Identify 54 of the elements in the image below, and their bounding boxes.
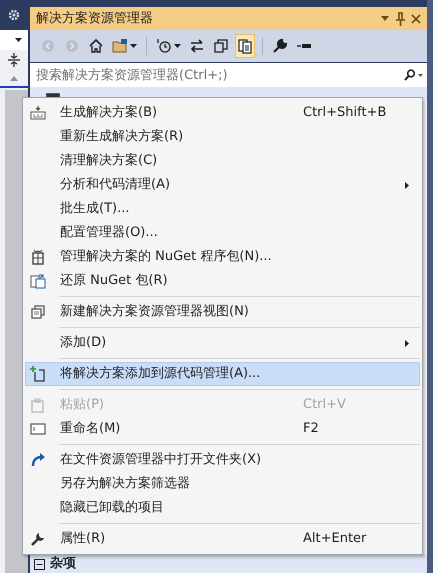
menu-item[interactable]: 另存为解决方案筛选器	[25, 472, 420, 496]
files-button[interactable]	[235, 34, 255, 58]
settings-icon[interactable]	[8, 9, 20, 21]
rename-icon	[30, 421, 46, 437]
back-icon	[40, 38, 56, 54]
menu-item[interactable]: 批生成(T)...	[25, 197, 420, 221]
windows-icon	[30, 304, 46, 320]
menu-item[interactable]: 重新生成解决方案(R)	[25, 125, 420, 149]
clock-icon	[156, 38, 172, 54]
collapse-all-icon	[213, 38, 229, 54]
close-icon[interactable]	[411, 14, 421, 24]
menu-item[interactable]: 添加(D)	[25, 331, 420, 355]
preview-icon	[296, 44, 312, 48]
menu-item[interactable]: 还原 NuGet 包(R)	[25, 269, 420, 293]
menu-item[interactable]: 分析和代码清理(A)	[25, 173, 420, 197]
package-icon	[30, 249, 46, 265]
shortcut-text: Ctrl+V	[303, 397, 346, 412]
swap-arrows-icon	[189, 38, 205, 54]
forward-icon	[64, 38, 80, 54]
shortcut-text: Alt+Enter	[303, 531, 366, 546]
menu-item[interactable]: 属性(R) Alt+Enter	[25, 527, 420, 551]
scroll-up-icon[interactable]	[10, 76, 18, 80]
new-file-plus-icon	[30, 366, 46, 382]
menu-item[interactable]: 将解决方案添加到源代码管理(A)...	[25, 362, 420, 386]
files-icon	[237, 38, 253, 54]
wrench-icon	[272, 38, 288, 54]
wrench-icon	[30, 531, 46, 547]
menu-item[interactable]: 新建解决方案资源管理器视图(N)	[25, 300, 420, 324]
menu-item[interactable]: 隐藏已卸载的项目	[25, 496, 420, 520]
menu-item[interactable]: 配置管理器(O)...	[25, 221, 420, 245]
folder-icon	[112, 38, 128, 54]
search-icon[interactable]	[403, 69, 423, 81]
dropdown-icon[interactable]	[381, 16, 389, 21]
collapse-icon[interactable]	[34, 558, 45, 570]
panel-title: 解决方案资源管理器	[36, 10, 154, 28]
tree-label: 杂项	[50, 555, 76, 573]
menu-item[interactable]: 生成解决方案(B) Ctrl+Shift+B	[25, 101, 420, 125]
menu-item[interactable]: 管理解决方案的 NuGet 程序包(N)...	[25, 245, 420, 269]
refresh-arrow-icon	[30, 452, 46, 468]
pin-icon[interactable]	[396, 12, 404, 26]
restore-icon	[30, 273, 46, 289]
menu-item[interactable]: 在文件资源管理器中打开文件夹(X)	[25, 448, 420, 472]
menu-item[interactable]: 重命名(M) F2	[25, 417, 420, 441]
home-icon	[88, 38, 104, 54]
shortcut-text: Ctrl+Shift+B	[303, 105, 386, 120]
clipboard-icon	[30, 397, 46, 413]
caret-icon[interactable]	[15, 38, 22, 42]
split-icon[interactable]	[8, 53, 20, 67]
shortcut-text: F2	[303, 421, 319, 436]
menu-item[interactable]: 清理解决方案(C)	[25, 149, 420, 173]
build-icon	[30, 105, 46, 121]
caret-icon	[174, 44, 181, 48]
tree-row[interactable]: 杂项	[30, 555, 427, 573]
caret-icon	[130, 44, 137, 48]
